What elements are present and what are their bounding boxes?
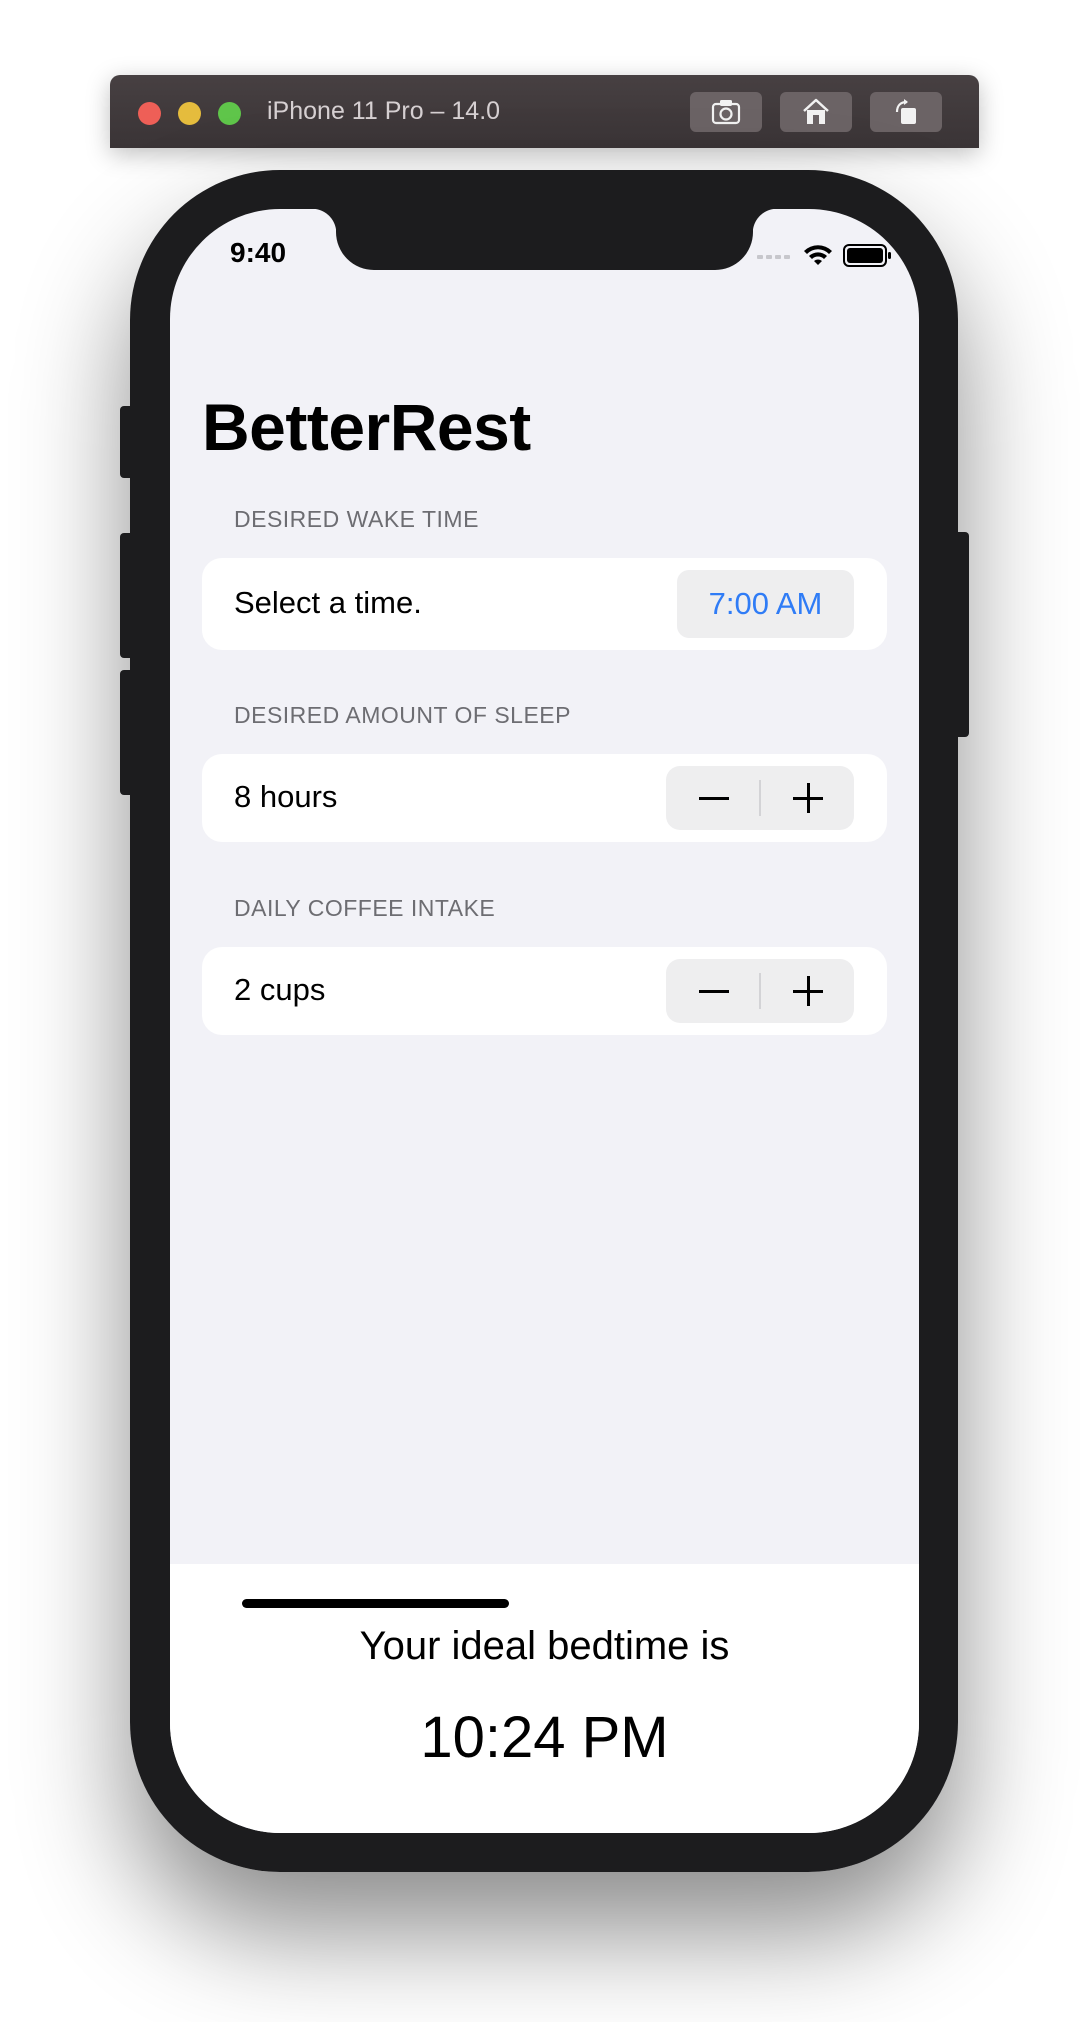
- rotate-button[interactable]: [870, 92, 942, 132]
- navigation-title: BetterRest: [202, 390, 531, 464]
- close-window-button[interactable]: [138, 102, 161, 125]
- home-indicator[interactable]: [242, 1599, 509, 1608]
- sleep-decrement-button[interactable]: [666, 766, 759, 830]
- sleep-amount-cell: 8 hours: [202, 754, 887, 842]
- status-bar-icons: [756, 243, 896, 273]
- sleep-increment-button[interactable]: [761, 766, 854, 830]
- phone-screen: 9:40 BetterRest DESIRED WAKE TIME Select…: [170, 209, 919, 1833]
- coffee-intake-section-header: DAILY COFFEE INTAKE: [234, 895, 496, 921]
- coffee-decrement-button[interactable]: [666, 959, 759, 1023]
- sleep-amount-label: 8 hours: [234, 779, 338, 814]
- simulator-title-bar: iPhone 11 Pro – 14.0: [110, 75, 979, 148]
- wake-time-picker[interactable]: 7:00 AM: [677, 570, 854, 638]
- screenshot-icon: [711, 100, 741, 125]
- wake-time-cell: Select a time. 7:00 AM: [202, 558, 887, 650]
- screenshot-button[interactable]: [690, 92, 762, 132]
- coffee-intake-stepper: [666, 959, 854, 1023]
- wake-time-label: Select a time.: [234, 585, 422, 620]
- coffee-intake-cell: 2 cups: [202, 947, 887, 1035]
- notch: [312, 209, 777, 270]
- zoom-window-button[interactable]: [218, 102, 241, 125]
- home-icon: [803, 98, 829, 124]
- battery-icon: [843, 244, 891, 267]
- wifi-icon: [804, 245, 832, 265]
- rotate-icon: [895, 99, 916, 124]
- wake-time-section-header: DESIRED WAKE TIME: [234, 506, 479, 532]
- minimize-window-button[interactable]: [178, 102, 201, 125]
- coffee-intake-label: 2 cups: [234, 972, 326, 1007]
- simulator-title: iPhone 11 Pro – 14.0: [267, 97, 501, 125]
- bedtime-value: 10:24 PM: [420, 1705, 669, 1770]
- sleep-amount-section-header: DESIRED AMOUNT OF SLEEP: [234, 702, 571, 728]
- status-bar-time: 9:40: [230, 237, 287, 268]
- coffee-increment-button[interactable]: [761, 959, 854, 1023]
- sleep-amount-stepper: [666, 766, 854, 830]
- cellular-signal-icon: [757, 255, 790, 259]
- bedtime-label: Your ideal bedtime is: [359, 1624, 730, 1668]
- home-button[interactable]: [780, 92, 852, 132]
